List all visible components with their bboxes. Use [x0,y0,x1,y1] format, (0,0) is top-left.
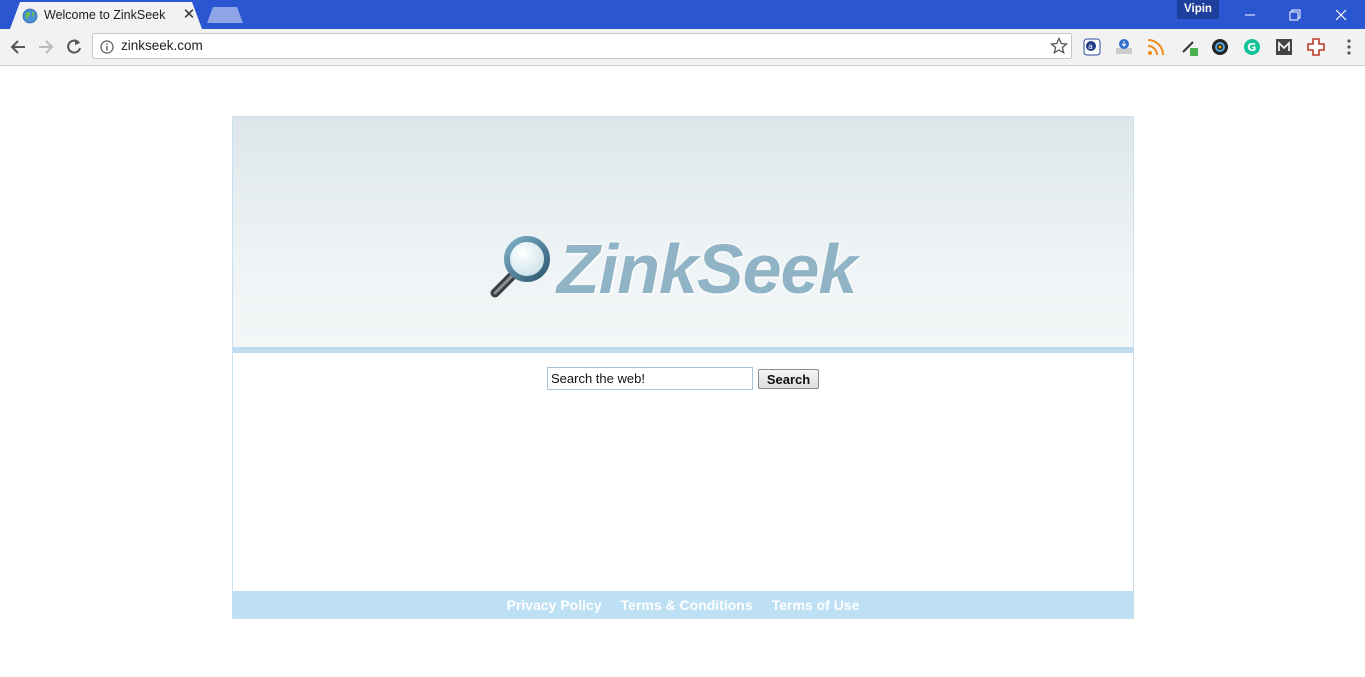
bookmark-star-icon[interactable] [1049,36,1069,55]
globe-icon [22,8,38,24]
privacy-policy-link[interactable]: Privacy Policy [507,591,602,619]
info-icon[interactable] [100,39,114,54]
back-button[interactable] [8,37,28,57]
logo-banner: ZinkSeek [233,117,1133,347]
amazon-assistant-icon[interactable]: a [1083,38,1101,56]
grammarly-icon[interactable]: G [1243,38,1261,56]
close-tab-icon[interactable]: ✕ [182,7,196,22]
restore-icon [1289,9,1301,21]
mega-icon[interactable] [1275,38,1293,56]
close-icon [1335,9,1347,21]
logo-text: ZinkSeek [557,230,857,308]
reload-button[interactable] [64,37,84,57]
minimize-icon [1245,14,1255,16]
back-icon [10,40,25,54]
download-manager-icon[interactable] [1115,38,1133,56]
close-window-button[interactable] [1318,0,1364,29]
banner-divider [233,347,1133,353]
search-input[interactable] [547,367,753,390]
color-picker-icon[interactable] [1181,38,1199,56]
address-bar[interactable]: zinkseek.com [92,33,1072,59]
zinkseek-logo[interactable]: ZinkSeek [483,229,893,309]
page-container: ZinkSeek Search Privacy Policy Terms & C… [232,116,1134,619]
search-button[interactable]: Search [758,369,819,389]
new-tab-button[interactable] [207,7,243,23]
reload-icon [67,39,81,54]
browser-toolbar: zinkseek.com a G [0,29,1365,66]
menu-icon[interactable] [1340,38,1358,56]
profile-button[interactable]: Vipin [1177,0,1219,19]
plus-extension-icon[interactable] [1307,38,1325,56]
magnifier-icon [490,236,550,298]
url-text[interactable]: zinkseek.com [121,38,203,53]
minimize-button[interactable] [1227,0,1273,29]
svg-text:a: a [1088,42,1093,51]
footer-bar: Privacy Policy Terms & Conditions Terms … [233,591,1133,618]
forward-icon [39,40,54,54]
tab-title: Welcome to ZinkSeek [44,8,166,22]
svg-text:G: G [1247,41,1256,54]
forward-button[interactable] [36,37,56,57]
camera-icon[interactable] [1211,38,1229,56]
restore-button[interactable] [1272,0,1318,29]
terms-conditions-link[interactable]: Terms & Conditions [621,591,753,619]
browser-titlebar: Welcome to ZinkSeek ✕ Vipin [0,0,1365,29]
browser-tab-active[interactable]: Welcome to ZinkSeek ✕ [10,2,202,29]
terms-of-use-link[interactable]: Terms of Use [772,591,860,619]
rss-icon[interactable] [1147,38,1165,56]
